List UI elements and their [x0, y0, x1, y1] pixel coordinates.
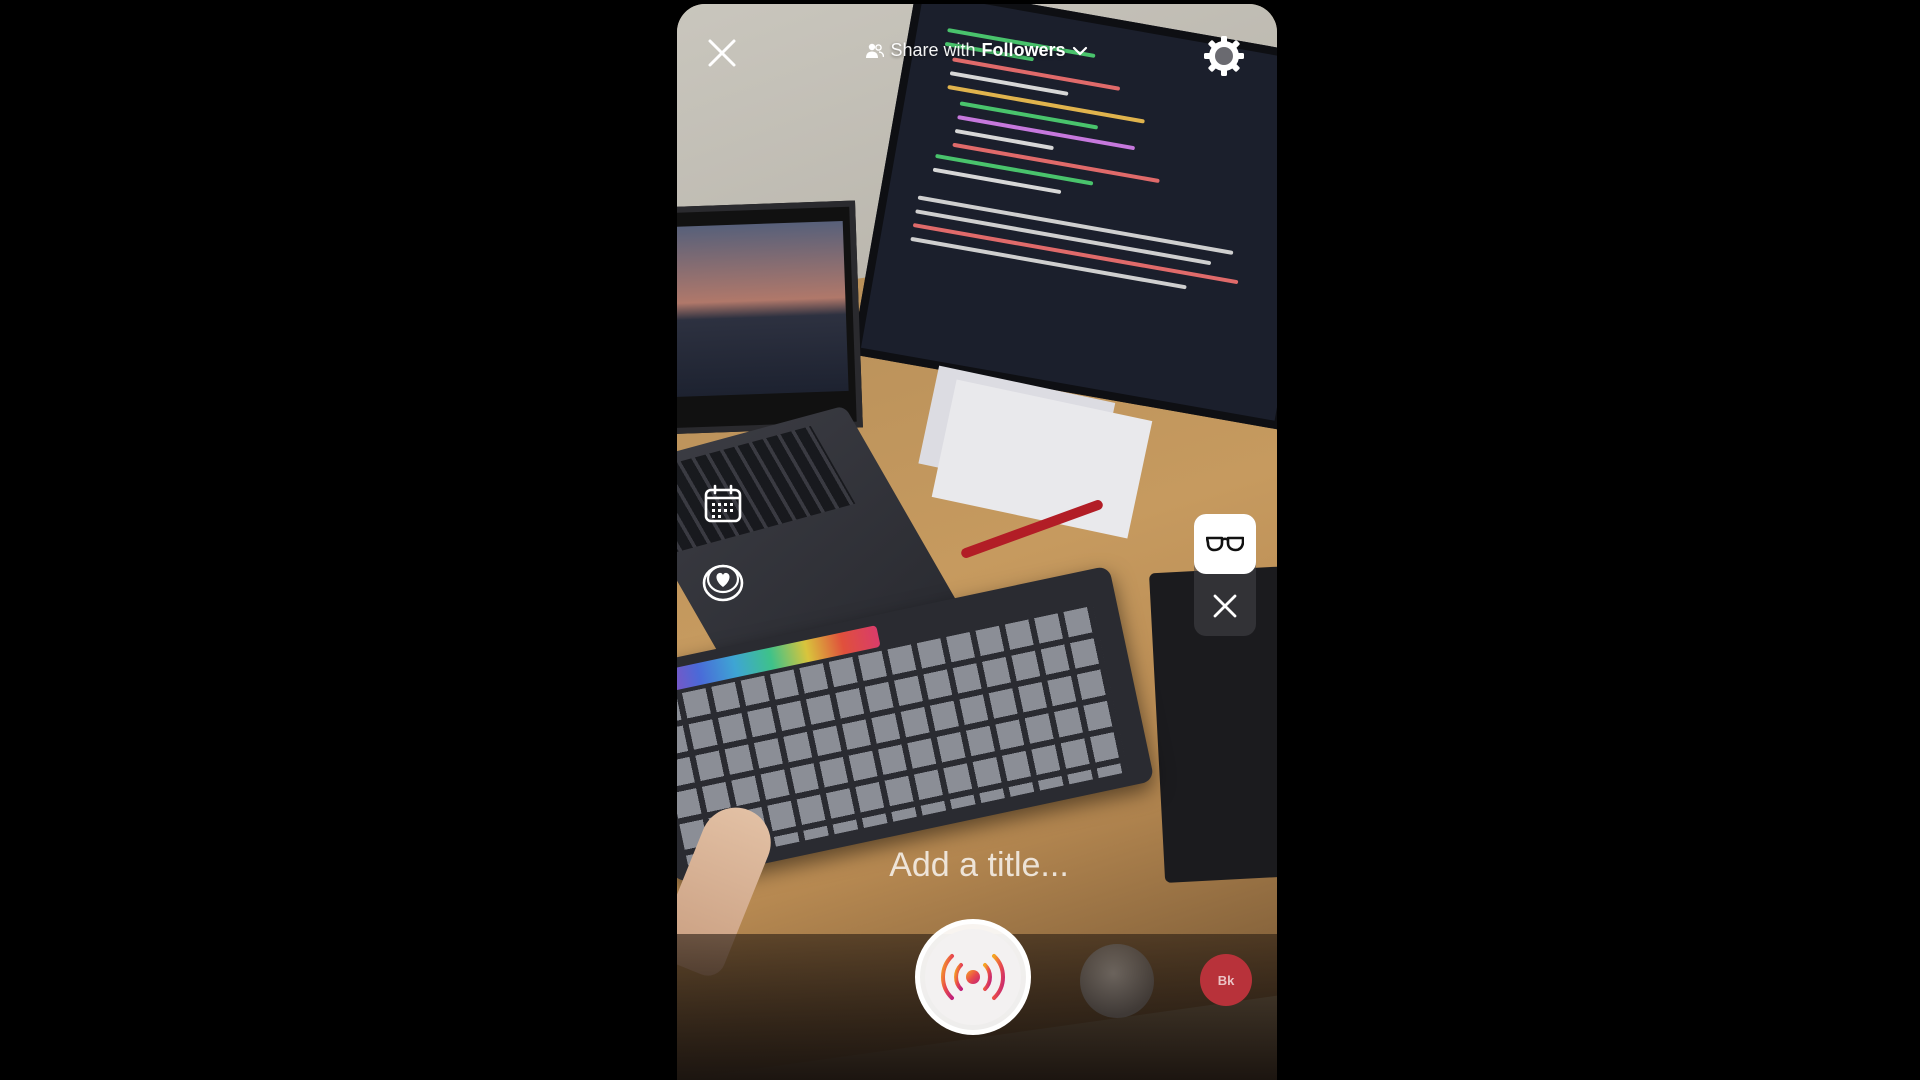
- schedule-button[interactable]: [699, 480, 747, 528]
- live-broadcast-icon: [941, 954, 1005, 1000]
- go-live-button[interactable]: [915, 919, 1031, 1035]
- share-prefix-text: Share with: [890, 40, 976, 60]
- close-icon: [1213, 594, 1237, 618]
- active-effect-button[interactable]: [1194, 514, 1256, 574]
- remove-effect-button[interactable]: [1194, 576, 1256, 636]
- glasses-icon: [1206, 536, 1244, 552]
- share-audience-selector[interactable]: Share with Followers: [677, 40, 1277, 61]
- people-icon: [866, 43, 885, 58]
- avatar-label: Bk: [1217, 972, 1235, 988]
- settings-button[interactable]: [1200, 32, 1248, 80]
- live-overlay: Share with Followers Add a title... Bk: [677, 4, 1277, 1080]
- calendar-icon: [704, 484, 742, 523]
- share-audience-text: Followers: [981, 40, 1066, 60]
- filter-thumbnail[interactable]: [1080, 944, 1154, 1018]
- camera-live-screen: Share with Followers Add a title... Bk: [677, 4, 1277, 1080]
- live-title-input[interactable]: [777, 839, 1181, 891]
- avatar[interactable]: Bk: [1200, 954, 1252, 1006]
- effect-panel: [1194, 514, 1256, 636]
- heart-coin-icon: [702, 564, 744, 602]
- gear-icon: [1204, 36, 1244, 76]
- donations-button[interactable]: [699, 557, 747, 605]
- chevron-down-icon: [1072, 46, 1087, 56]
